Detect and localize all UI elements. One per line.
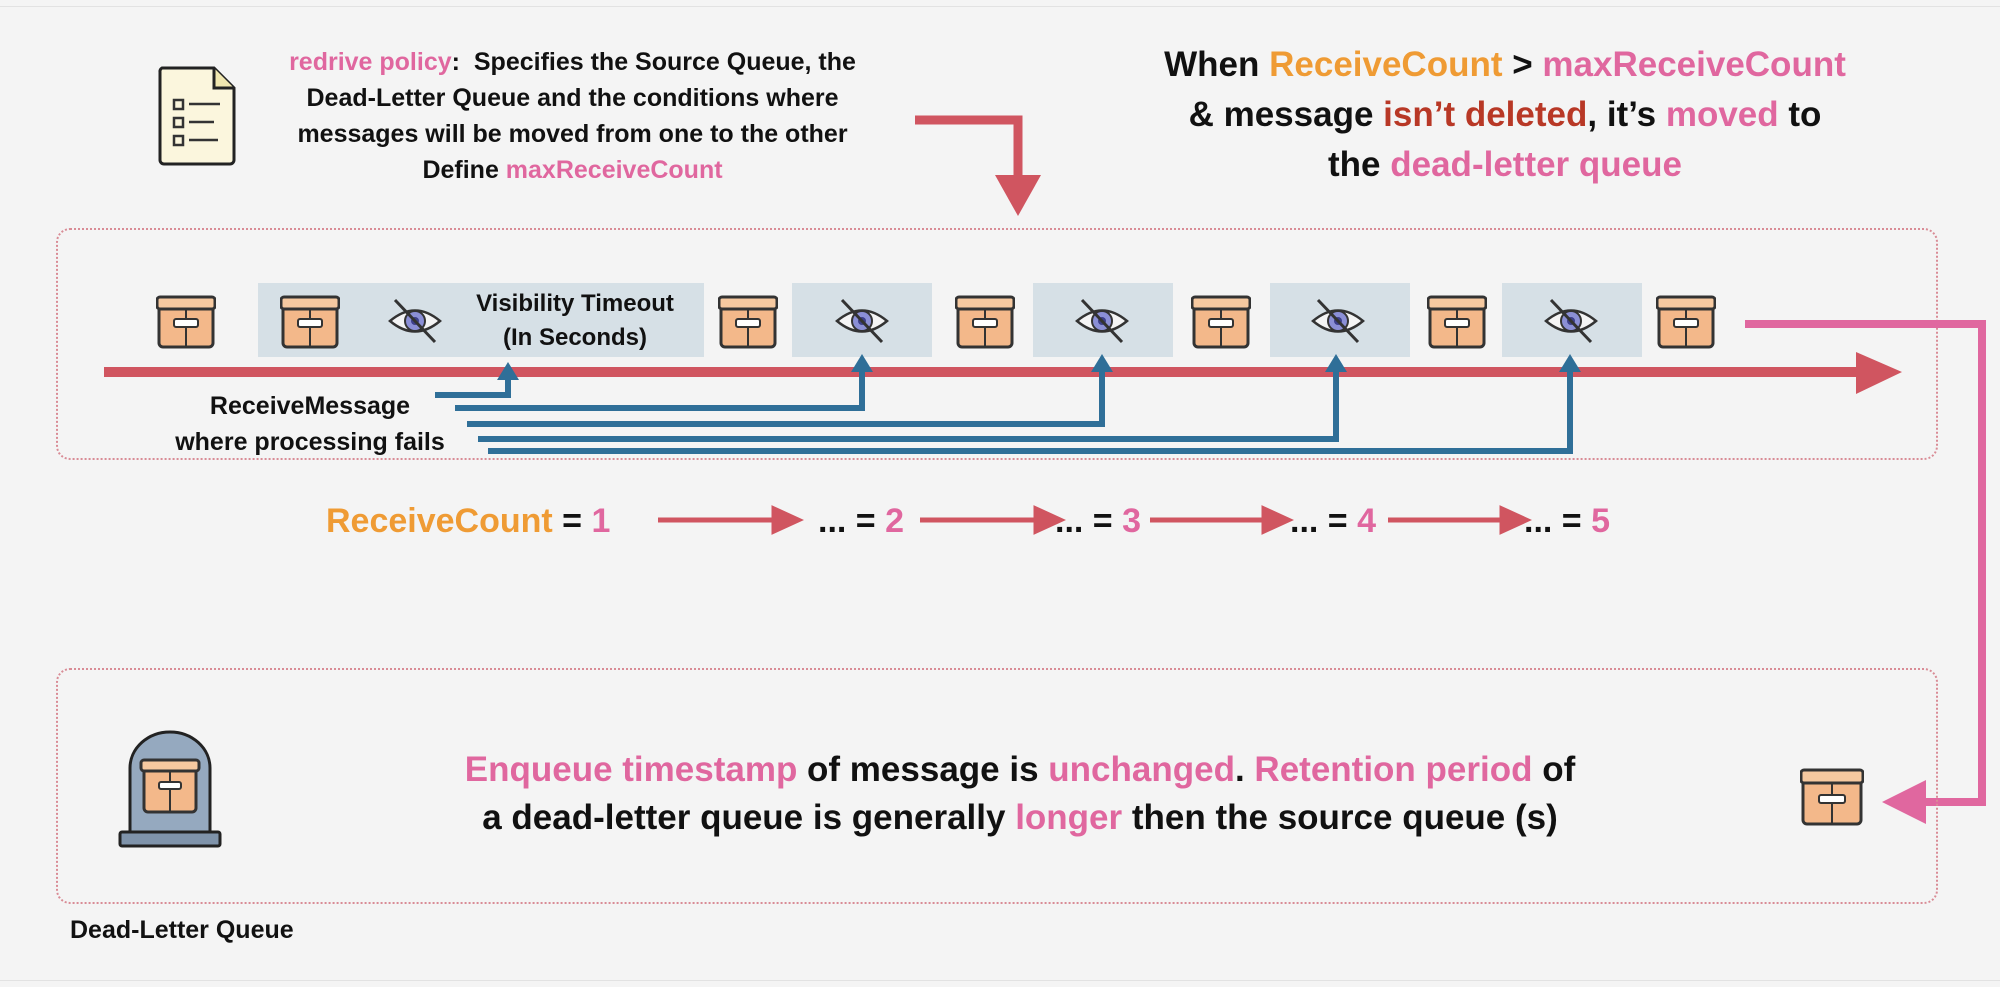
receive-message-lines	[435, 372, 1573, 454]
eye-slash-icon	[1075, 298, 1129, 344]
dead-letter-queue-note: Enqueue timestamp of message is unchange…	[464, 750, 1576, 837]
message-box-icon	[1800, 768, 1864, 826]
tombstone-icon	[118, 730, 222, 848]
message-box-icon	[280, 295, 340, 349]
receive-count-start: ReceiveCount = 1	[326, 502, 611, 540]
redrive-pointer-arrow	[915, 115, 1023, 180]
eye-slash-icon	[388, 298, 442, 344]
queue-timeline-arrowhead	[1856, 352, 1902, 394]
message-box-icon	[718, 295, 778, 349]
receive-count-step: ... = 4	[1290, 502, 1377, 540]
redrive-pointer-arrowhead	[995, 175, 1041, 216]
message-box-icon	[1656, 295, 1716, 349]
message-box-icon	[1191, 295, 1251, 349]
eye-slash-icon	[1544, 298, 1598, 344]
message-box-icon	[156, 295, 216, 349]
receive-count-step: ... = 5	[1524, 502, 1611, 540]
message-box-icon	[955, 295, 1015, 349]
receive-count-step: ... = 2	[818, 502, 905, 540]
dead-letter-queue-label: Dead-Letter Queue	[70, 916, 294, 944]
eye-slash-icon	[1311, 298, 1365, 344]
message-box-icon	[1427, 295, 1487, 349]
receive-message-label: ReceiveMessage where processing fails	[175, 392, 445, 456]
eye-slash-icon	[835, 298, 889, 344]
receive-count-step: ... = 3	[1055, 502, 1142, 540]
